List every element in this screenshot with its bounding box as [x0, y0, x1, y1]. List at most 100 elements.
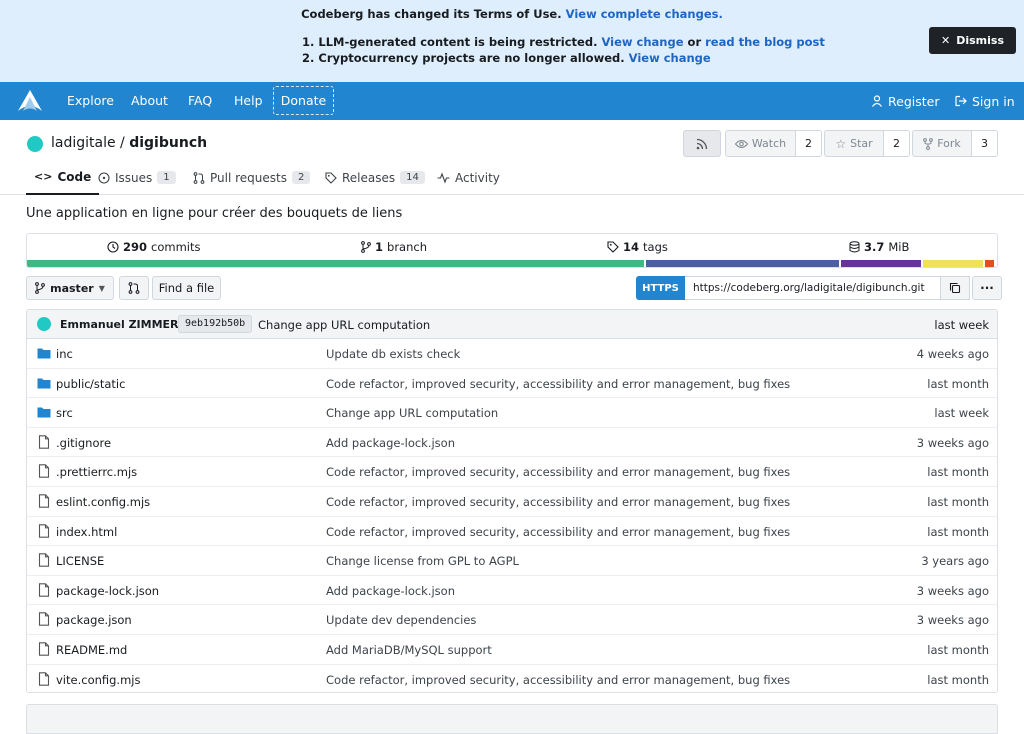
file-name-link[interactable]: LICENSE — [56, 554, 104, 568]
view-change-link-1[interactable]: View change — [601, 35, 683, 49]
watch-label: Watch — [751, 137, 787, 150]
sign-in-link[interactable]: Sign in — [955, 82, 1015, 120]
folder-icon — [37, 346, 51, 360]
pull-request-icon — [193, 171, 205, 184]
tags-stat[interactable]: 14 tags — [607, 240, 668, 254]
file-commit-message-link[interactable]: Code refactor, improved security, access… — [326, 377, 790, 391]
commit-author[interactable]: Emmanuel ZIMMERT — [60, 318, 186, 331]
sign-in-label: Sign in — [972, 93, 1015, 109]
commit-sha-button[interactable]: 9eb192b50b — [178, 315, 253, 333]
watch-button[interactable]: Watch — [725, 130, 796, 157]
file-row: vite.config.mjs Code refactor, improved s… — [27, 665, 997, 692]
nav-faq[interactable]: FAQ — [188, 82, 212, 120]
star-count[interactable]: 2 — [884, 130, 910, 157]
repo-owner-link[interactable]: ladigitale — [51, 135, 116, 151]
file-commit-message-link[interactable]: Update dev dependencies — [326, 613, 476, 627]
register-link[interactable]: Register — [871, 82, 939, 120]
file-name-link[interactable]: inc — [56, 347, 73, 361]
clone-url-input[interactable]: https://codeberg.org/ladigitale/digibunc… — [685, 276, 941, 300]
blog-post-link[interactable]: read the blog post — [705, 35, 825, 49]
copy-url-button[interactable] — [941, 276, 970, 300]
file-icon — [37, 612, 51, 627]
file-commit-message-link[interactable]: Add package-lock.json — [326, 436, 455, 450]
language-segment[interactable] — [922, 260, 984, 267]
chevron-down-icon: ▼ — [98, 283, 105, 293]
file-commit-message-link[interactable]: Change license from GPL to AGPL — [326, 554, 519, 568]
file-commit-message-link[interactable]: Code refactor, improved security, access… — [326, 495, 790, 509]
language-bar[interactable] — [27, 260, 997, 267]
fork-count[interactable]: 3 — [972, 130, 998, 157]
file-commit-time: last month — [927, 495, 989, 509]
file-commit-message-link[interactable]: Change app URL computation — [326, 406, 498, 420]
kebab-horizontal-icon: ··· — [980, 281, 994, 295]
banner-item-2-text: 2. Cryptocurrency projects are no longer… — [302, 51, 625, 65]
language-segment[interactable] — [985, 260, 995, 267]
file-name-link[interactable]: .prettierrc.mjs — [56, 465, 137, 479]
commit-message-link[interactable]: Change app URL computation — [258, 318, 430, 332]
rss-feed-button[interactable] — [683, 130, 721, 157]
language-segment[interactable] — [27, 260, 644, 267]
tab-activity[interactable]: Activity — [437, 160, 500, 195]
file-name-link[interactable]: eslint.config.mjs — [56, 495, 150, 509]
file-commit-message-link[interactable]: Code refactor, improved security, access… — [326, 673, 790, 687]
file-name-link[interactable]: vite.config.mjs — [56, 673, 140, 687]
file-commit-time: 3 years ago — [921, 554, 989, 569]
commits-count: 290 — [123, 240, 148, 254]
view-change-link-2[interactable]: View change — [629, 51, 711, 65]
nav-explore[interactable]: Explore — [67, 82, 114, 120]
nav-help[interactable]: Help — [234, 82, 263, 120]
fork-group: Fork 3 — [912, 130, 998, 157]
file-row: LICENSE Change license from GPL to AGPL 3 … — [27, 546, 997, 576]
tab-issues[interactable]: Issues 1 — [98, 160, 176, 195]
file-name-link[interactable]: package-lock.json — [56, 584, 159, 598]
tab-code[interactable]: <> Code — [26, 160, 100, 195]
commits-stat[interactable]: 290 commits — [107, 240, 200, 254]
branch-icon — [361, 241, 371, 253]
file-name-link[interactable]: src — [56, 406, 73, 420]
file-commit-message-link[interactable]: Code refactor, improved security, access… — [326, 525, 790, 539]
watch-group: Watch 2 — [725, 130, 822, 157]
file-name-link[interactable]: README.md — [56, 643, 127, 657]
more-options-button[interactable]: ··· — [972, 276, 1002, 300]
owner-avatar[interactable] — [27, 136, 43, 152]
file-name-link[interactable]: public — [56, 377, 91, 391]
nav-about[interactable]: About — [131, 82, 168, 120]
star-button[interactable]: ☆ Star — [824, 130, 884, 157]
branch-count: 1 — [375, 240, 384, 254]
file-name-link[interactable]: .gitignore — [56, 436, 111, 450]
file-commit-message-link[interactable]: Update db exists check — [326, 347, 460, 361]
file-name-link[interactable]: index.html — [56, 525, 117, 539]
tab-pull-requests[interactable]: Pull requests 2 — [193, 160, 311, 195]
language-segment[interactable] — [840, 260, 921, 267]
find-file-button[interactable]: Find a file — [152, 276, 221, 300]
language-segment[interactable] — [645, 260, 839, 267]
file-subpath[interactable]: /static — [90, 377, 125, 391]
file-commit-message-link[interactable]: Code refactor, improved security, access… — [326, 465, 790, 479]
fork-button[interactable]: Fork — [912, 130, 972, 157]
file-commit-time: last month — [927, 524, 989, 539]
file-commit-message-link[interactable]: Add package-lock.json — [326, 584, 455, 598]
file-icon — [37, 464, 51, 479]
sign-in-icon — [955, 95, 967, 107]
view-complete-changes-link[interactable]: View complete changes. — [566, 7, 723, 21]
commit-author-avatar[interactable] — [37, 317, 51, 331]
donate-button[interactable]: Donate — [273, 86, 334, 115]
branch-selector[interactable]: master ▼ — [26, 276, 114, 300]
clone-protocol-button[interactable]: HTTPS — [636, 276, 685, 300]
watch-count[interactable]: 2 — [796, 130, 822, 157]
branch-stat[interactable]: 1 branch — [361, 240, 427, 254]
folder-icon — [37, 376, 51, 390]
file-row: eslint.config.mjs Code refactor, improved… — [27, 487, 997, 517]
file-name-link[interactable]: package.json — [56, 613, 132, 627]
compare-button[interactable] — [119, 276, 149, 300]
eye-icon — [734, 139, 748, 148]
repo-name-link[interactable]: digibunch — [129, 135, 207, 151]
file-commit-message-link[interactable]: Add MariaDB/MySQL support — [326, 643, 492, 657]
tab-releases[interactable]: Releases 14 — [325, 160, 425, 195]
tag-icon — [607, 241, 619, 253]
dismiss-button[interactable]: ✕ Dismiss — [929, 27, 1016, 54]
tab-releases-label: Releases — [342, 170, 396, 185]
codeberg-logo-icon[interactable] — [17, 89, 43, 113]
star-label: Star — [850, 137, 873, 150]
file-icon — [37, 435, 51, 449]
